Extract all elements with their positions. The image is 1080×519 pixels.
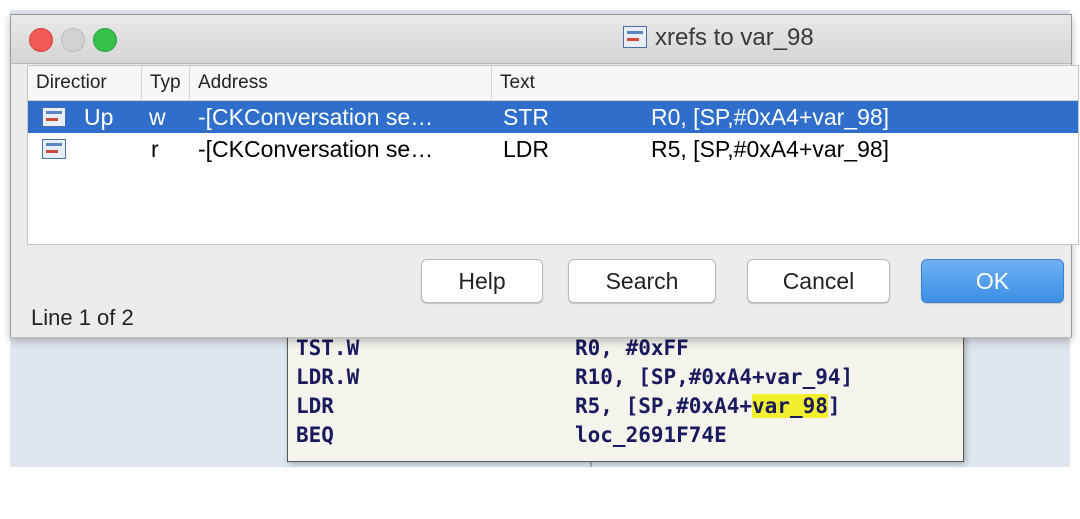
search-button[interactable]: Search <box>568 259 716 303</box>
minimize-window-button[interactable] <box>61 28 85 52</box>
xref-icon <box>42 107 66 127</box>
row-mnemonic: LDR <box>503 136 550 162</box>
asm-line: BEQ loc_2691F74E <box>296 423 956 449</box>
ok-button[interactable]: OK <box>921 259 1064 303</box>
asm-line: LDR R5, [SP,#0xA4+var_98] <box>296 394 956 420</box>
cancel-button[interactable]: Cancel <box>747 259 890 303</box>
row-mnemonic: STR <box>503 104 549 130</box>
status-line: Line 1 of 2 <box>31 305 134 330</box>
close-window-button[interactable] <box>29 28 53 52</box>
asm-operands: loc_2691F74E <box>575 423 727 447</box>
row-operands: R5, [SP,#0xA4+var_98] <box>651 136 890 162</box>
xref-icon <box>42 139 66 159</box>
help-button[interactable]: Help <box>421 259 543 303</box>
row-address: -[CKConversation se… <box>198 104 434 130</box>
asm-operands-pre: R5, [SP,#0xA4+ <box>575 394 753 418</box>
row-address: -[CKConversation se… <box>198 136 434 162</box>
column-header-text[interactable]: Text <box>492 66 1078 100</box>
asm-operands: R0, #0xFF <box>575 336 689 360</box>
list-item[interactable]: Up w -[CKConversation se… STR R0, [SP,#0… <box>28 101 1078 133</box>
asm-line: LDR.W R10, [SP,#0xA4+var_94] <box>296 365 956 391</box>
column-header-direction[interactable]: Directior <box>28 66 142 100</box>
asm-operands: R5, [SP,#0xA4+var_98] <box>575 394 841 418</box>
list-item[interactable]: r -[CKConversation se… LDR R5, [SP,#0xA4… <box>28 133 1078 165</box>
window-title: xrefs to var_98 <box>655 24 814 51</box>
row-direction: Up <box>84 104 114 130</box>
column-header-row: Directior Typ Address Text <box>28 66 1078 101</box>
row-type: w <box>149 104 166 130</box>
row-direction <box>84 133 144 165</box>
zoom-window-button[interactable] <box>93 28 117 52</box>
column-header-address[interactable]: Address <box>190 66 492 100</box>
asm-operands: R10, [SP,#0xA4+var_94] <box>575 365 854 389</box>
title-bar: xrefs to var_98 <box>11 15 1071 64</box>
asm-mnemonic: LDR.W <box>296 365 360 389</box>
row-operands: R0, [SP,#0xA4+var_98] <box>651 104 890 130</box>
asm-mnemonic: BEQ <box>296 423 334 447</box>
disassembly-node: TST.W R0, #0xFF LDR.W R10, [SP,#0xA4+var… <box>287 330 964 462</box>
xrefs-dialog: xrefs to var_98 Directior Typ Address Te… <box>10 14 1079 338</box>
asm-operands-post: ] <box>827 394 841 418</box>
xrefs-list[interactable]: Directior Typ Address Text Up w -[CKConv… <box>27 65 1079 245</box>
xref-icon <box>623 26 647 48</box>
asm-mnemonic: LDR <box>296 394 334 418</box>
column-header-type[interactable]: Typ <box>142 66 190 100</box>
highlighted-var[interactable]: var_98 <box>752 394 828 418</box>
asm-mnemonic: TST.W <box>296 336 360 360</box>
asm-line: TST.W R0, #0xFF <box>296 336 956 362</box>
row-type: r <box>151 136 159 162</box>
